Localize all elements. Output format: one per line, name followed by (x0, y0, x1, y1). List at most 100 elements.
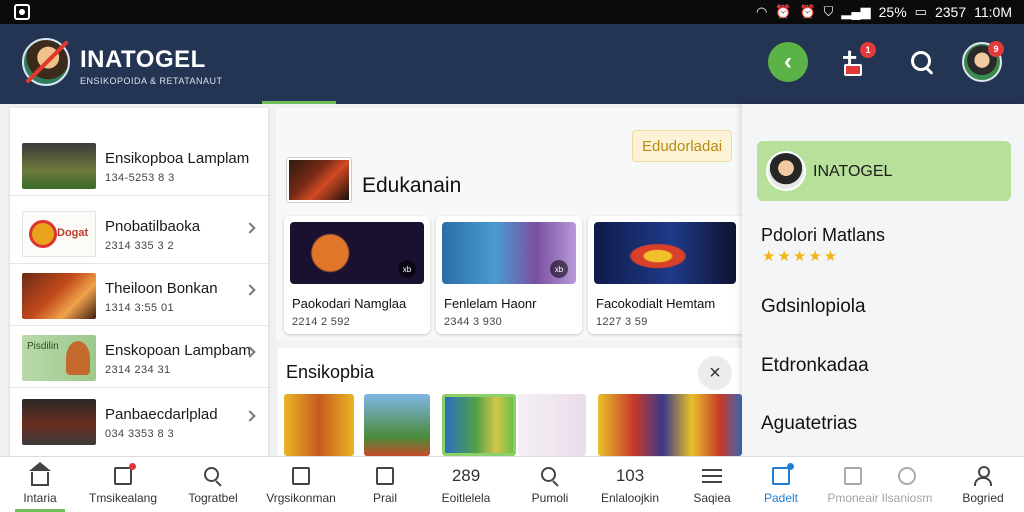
encyclopedia-tile[interactable] (518, 394, 586, 456)
notification-badge: 1 (860, 42, 876, 58)
game-image: xb (290, 222, 424, 284)
encyclopedia-tile[interactable] (598, 394, 742, 456)
nav-label: Bogried (962, 491, 1004, 505)
nav-label: Eoitlelela (441, 491, 491, 505)
camera-icon (898, 467, 916, 485)
section-thumbnail (287, 158, 351, 202)
game-subtitle: 1227 3 59 (596, 316, 648, 328)
game-image: xb (442, 222, 576, 284)
nav-item-chat[interactable]: Vrgsikonman (256, 457, 346, 512)
wifi-icon: ◠ (755, 4, 768, 19)
drawer-rating-label[interactable]: Pdolori Matlans (761, 225, 885, 246)
list-item-title: Pnobatilbaoka (105, 218, 201, 235)
back-button[interactable]: ‹ (768, 42, 808, 82)
game-card[interactable]: xb Paokodari Namglaa 2214 2 592 (284, 216, 430, 334)
nav-item-count-289[interactable]: 289 Eoitlelela (426, 457, 506, 512)
list-item-title: Theiloon Bonkan (105, 280, 218, 297)
game-title: Fenlelam Haonr (444, 296, 537, 311)
bottom-navigation: Intaria Tmsikealang Togratbel Vrgsikonma… (0, 456, 1024, 512)
status-misc: 2357 (934, 4, 967, 20)
battery-icon: ▭ (914, 4, 927, 19)
drawer-item[interactable]: Gdsinlopiola (761, 296, 866, 318)
signal-icon: ▂▄▆ (841, 4, 871, 19)
profile-avatar[interactable]: 9 (962, 41, 1004, 82)
library-icon (844, 467, 862, 485)
encyclopedia-tile[interactable] (284, 394, 354, 456)
nav-label: Saqiea (693, 491, 731, 505)
list-item[interactable]: Pisdilin Enskopoan Lampbam 2314 234 31 (10, 326, 268, 388)
list-thumbnail (22, 273, 96, 319)
brand-tagline: ENSIKOPOIDA & RETATANAUT (80, 76, 223, 86)
close-button[interactable]: × (698, 356, 732, 390)
game-subtitle: 2344 3 930 (444, 316, 503, 328)
nav-item-profile[interactable]: Bogried (948, 457, 1018, 512)
list-item[interactable]: Panbaecdarlplad 034 3353 8 3 (10, 390, 268, 452)
list-item-subtitle: 2314 335 3 2 (105, 240, 175, 252)
drawer-item[interactable]: Aguatetrias (761, 413, 857, 435)
side-drawer: INATOGEL Pdolori Matlans ★★★★★ Gdsinlopi… (742, 104, 1024, 456)
nav-item-calendar[interactable]: Padelt (748, 457, 814, 512)
thumb-text: Pisdilin (27, 341, 59, 352)
nav-label: Pumoli (531, 491, 569, 505)
game-card[interactable]: Facokodialt Hemtam 1227 3 59 (588, 216, 742, 334)
search-button[interactable] (902, 42, 942, 82)
section-title: Edukanain (362, 174, 462, 197)
nav-label: Padelt (763, 491, 799, 505)
count-label: 103 (615, 466, 645, 485)
add-button[interactable]: + 1 (838, 42, 878, 82)
search-icon (909, 49, 935, 75)
list-thumbnail (22, 399, 96, 445)
alarm-icon: ⏰ (775, 4, 792, 19)
list-item-subtitle: 134-5253 8 3 (105, 172, 175, 184)
drawer-item[interactable]: Etdronkadaa (761, 355, 869, 377)
nav-label: Prail (372, 491, 397, 505)
notification-dot (129, 463, 136, 470)
list-item[interactable]: Dogat Pnobatilbaoka 2314 335 3 2 (10, 202, 268, 264)
status-bar: ◠ ⏰ ⏰ ⛉ ▂▄▆ 25% ▭ 2357 11:0M (0, 0, 1024, 24)
list-item[interactable]: Ensikopboa Lamplam 134-5253 8 3 (10, 134, 268, 196)
list-item-title: Enskopoan Lampbam (105, 342, 251, 359)
nav-item-search[interactable]: Togratbel (172, 457, 254, 512)
drawer-profile[interactable]: INATOGEL (757, 141, 1011, 201)
clock: 11:0M (974, 4, 1012, 20)
app-header: INATOGEL ENSIKOPOIDA & RETATANAUT ‹ + 1 … (0, 24, 1024, 104)
category-pill[interactable]: Edudorladai (632, 130, 732, 162)
brand: INATOGEL ENSIKOPOIDA & RETATANAUT (80, 46, 223, 86)
nav-label: Togratbel (188, 491, 238, 505)
chevron-left-icon: ‹ (784, 48, 792, 75)
nav-item-menu[interactable]: Saqiea (678, 457, 746, 512)
nav-item-camera[interactable]: Ilsaniosm (874, 457, 940, 512)
search-icon (540, 466, 560, 486)
logo-icon (29, 220, 57, 248)
nav-item-home[interactable]: Intaria (4, 457, 76, 512)
game-title: Paokodari Namglaa (292, 296, 407, 311)
active-dot (787, 463, 794, 470)
app-status-icon (14, 4, 30, 20)
brand-logo[interactable] (22, 38, 70, 86)
search-icon (203, 466, 223, 486)
nav-item-search-2[interactable]: Pumoli (514, 457, 586, 512)
nav-item-notes[interactable]: Tmsikealang (80, 457, 166, 512)
shield-icon: ⛉ (823, 4, 834, 19)
version-badge: xb (550, 260, 568, 278)
list-item-subtitle: 034 3353 8 3 (105, 428, 175, 440)
nav-item-count-103[interactable]: 103 Enlaloojkin (588, 457, 672, 512)
list-item[interactable]: Theiloon Bonkan 1314 3:55 01 (10, 264, 268, 326)
encyclopedia-title: Ensikopbia (286, 362, 375, 382)
inbox-icon (844, 64, 862, 76)
person-icon (974, 466, 992, 486)
nav-item-book[interactable]: Prail (352, 457, 418, 512)
nav-label: Vrgsikonman (266, 491, 336, 505)
menu-icon (702, 469, 722, 483)
featured-section: Edudorladai Edukanain xb Paokodari Namgl… (276, 108, 742, 340)
chat-icon (292, 467, 310, 485)
drawer-user-name: INATOGEL (813, 163, 893, 180)
encyclopedia-tile[interactable] (442, 394, 516, 456)
game-card[interactable]: xb Fenlelam Haonr 2344 3 930 (436, 216, 582, 334)
list-thumbnail: Pisdilin (22, 335, 96, 381)
list-item-subtitle: 2314 234 31 (105, 364, 171, 376)
chevron-right-icon (244, 222, 256, 234)
game-image (594, 222, 736, 284)
close-icon: × (709, 361, 721, 384)
encyclopedia-tile[interactable] (364, 394, 430, 456)
